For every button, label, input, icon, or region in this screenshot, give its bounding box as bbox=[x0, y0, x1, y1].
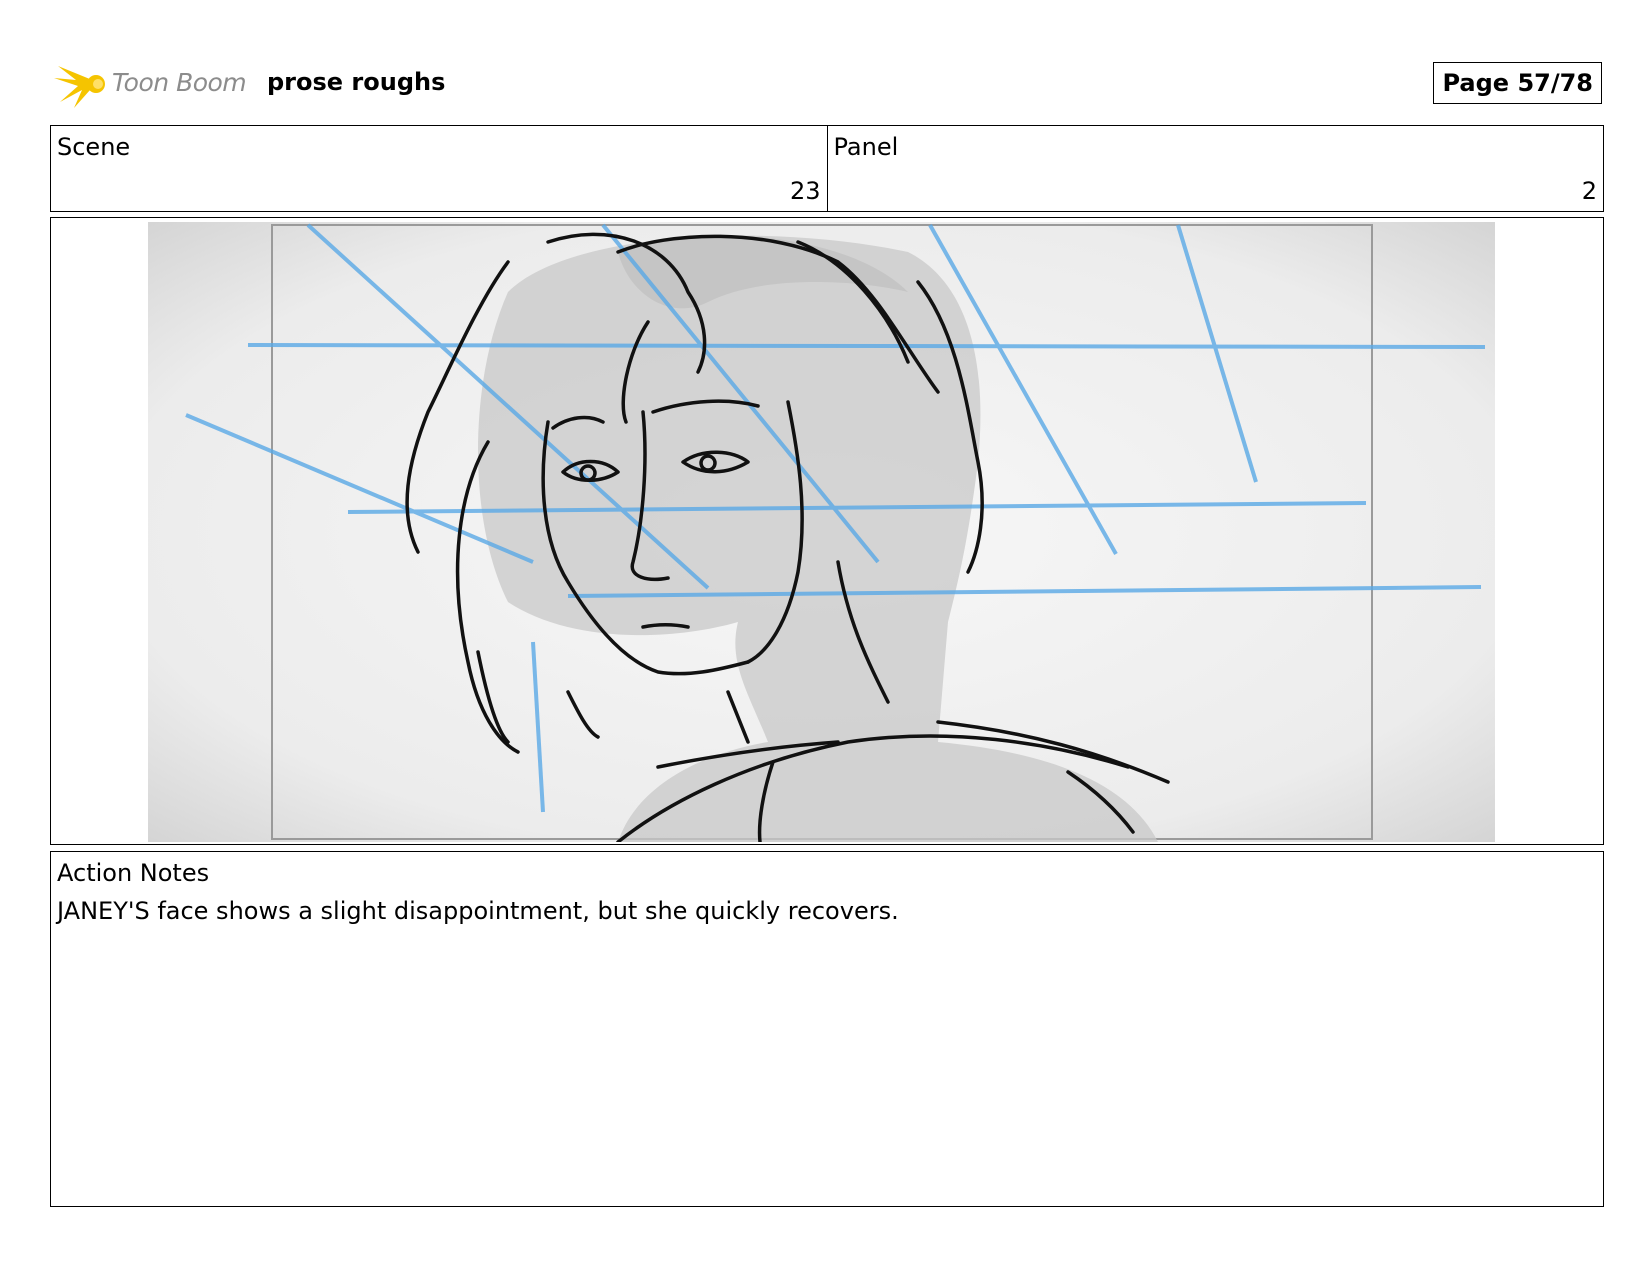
action-notes-label: Action Notes bbox=[57, 859, 210, 887]
storyboard-panel bbox=[50, 217, 1604, 845]
panel-cell: Panel 2 bbox=[826, 126, 1604, 211]
scene-panel-info: Scene 23 Panel 2 bbox=[50, 125, 1604, 212]
page-header: Toon Boom prose roughs Page 57/78 bbox=[50, 56, 1602, 112]
panel-label: Panel bbox=[833, 133, 899, 161]
panel-sketch-image bbox=[148, 222, 1495, 842]
action-notes-box: Action Notes JANEY'S face shows a slight… bbox=[50, 851, 1604, 1207]
scene-cell: Scene 23 bbox=[51, 126, 827, 211]
toon-boom-logo: Toon Boom bbox=[54, 58, 254, 110]
scene-number: 23 bbox=[789, 177, 821, 205]
starburst-icon bbox=[54, 66, 105, 108]
panel-number: 2 bbox=[1581, 177, 1597, 205]
action-notes-text: JANEY'S face shows a slight disappointme… bbox=[57, 897, 899, 925]
scene-label: Scene bbox=[57, 133, 131, 161]
project-title: prose roughs bbox=[267, 68, 446, 96]
page-number: Page 57/78 bbox=[1433, 62, 1602, 104]
logo-text: Toon Boom bbox=[112, 68, 247, 97]
